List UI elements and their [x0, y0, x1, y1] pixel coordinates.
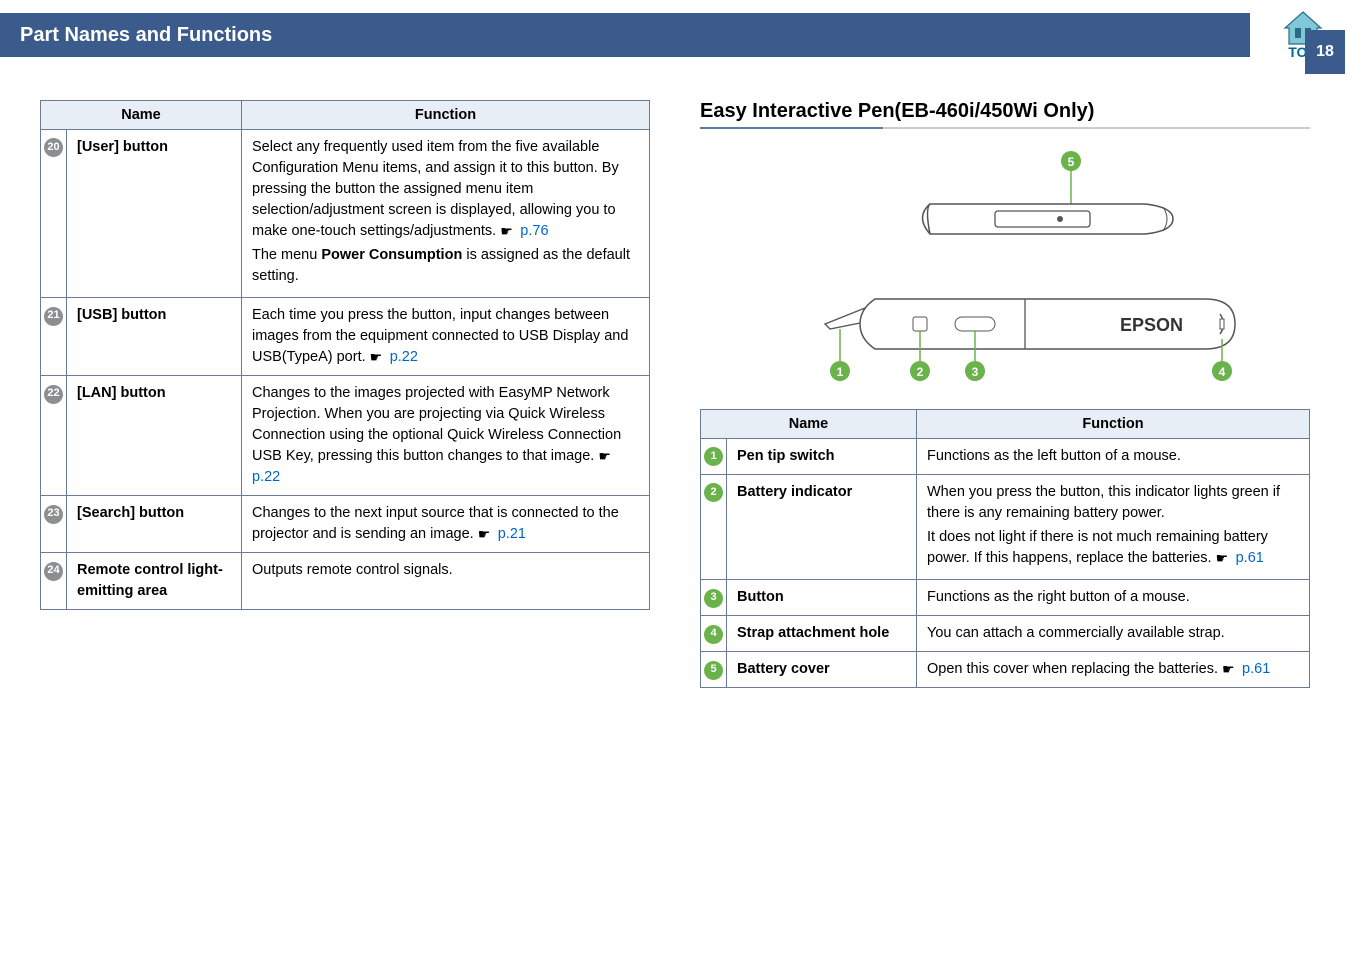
table-row: 22 [LAN] button Changes to the images pr…	[41, 376, 650, 496]
row-name: Strap attachment hole	[727, 616, 917, 652]
content-area: Name Function 20 [User] button Select an…	[0, 70, 1350, 718]
page-link[interactable]: p.76	[520, 223, 548, 239]
left-functions-table: Name Function 20 [User] button Select an…	[40, 100, 650, 610]
hand-pointer-icon	[370, 351, 386, 363]
row-number-icon: 5	[704, 661, 723, 680]
table-row: 2 Battery indicator When you press the b…	[701, 475, 1310, 580]
hand-pointer-icon	[1216, 552, 1232, 564]
svg-text:4: 4	[1219, 365, 1226, 379]
right-header-function: Function	[917, 410, 1310, 439]
func-text: You can attach a commercially available …	[927, 625, 1225, 641]
func-text: Changes to the next input source that is…	[252, 505, 619, 542]
right-column: Easy Interactive Pen(EB-460i/450Wi Only)…	[700, 100, 1310, 688]
row-number-icon: 2	[704, 483, 723, 502]
func-text: The menu	[252, 247, 321, 263]
row-name: [Search] button	[67, 496, 242, 553]
hand-pointer-icon	[500, 225, 516, 237]
table-row: 5 Battery cover Open this cover when rep…	[701, 652, 1310, 688]
page-link[interactable]: p.21	[498, 526, 526, 542]
row-name: [LAN] button	[67, 376, 242, 496]
row-name: [USB] button	[67, 298, 242, 376]
left-column: Name Function 20 [User] button Select an…	[40, 100, 650, 688]
func-text: Open this cover when replacing the batte…	[927, 661, 1222, 677]
table-row: 20 [User] button Select any frequently u…	[41, 130, 650, 298]
left-header-function: Function	[242, 101, 650, 130]
svg-text:1: 1	[837, 365, 844, 379]
row-function: Changes to the images projected with Eas…	[242, 376, 650, 496]
header-bar: Part Names and Functions TOP 18	[0, 0, 1350, 70]
page-number: 18	[1305, 30, 1345, 74]
row-number-icon: 21	[44, 307, 63, 326]
row-name: Battery cover	[727, 652, 917, 688]
func-text: Functions as the right button of a mouse…	[927, 589, 1190, 605]
func-text: Functions as the left button of a mouse.	[927, 448, 1181, 464]
page-link[interactable]: p.61	[1242, 661, 1270, 677]
left-header-name: Name	[41, 101, 242, 130]
pen-diagram: 5 EPSON	[700, 149, 1310, 384]
page-link[interactable]: p.61	[1236, 550, 1264, 566]
section-underline	[700, 127, 1310, 129]
row-name: Remote control light-emitting area	[67, 553, 242, 610]
table-row: 21 [USB] button Each time you press the …	[41, 298, 650, 376]
hand-pointer-icon	[478, 528, 494, 540]
hand-pointer-icon	[1222, 663, 1238, 675]
section-title: Easy Interactive Pen(EB-460i/450Wi Only)	[700, 100, 1310, 123]
row-name: Button	[727, 580, 917, 616]
row-number-icon: 22	[44, 385, 63, 404]
row-function: You can attach a commercially available …	[917, 616, 1310, 652]
right-header-name: Name	[701, 410, 917, 439]
row-function: Functions as the left button of a mouse.	[917, 439, 1310, 475]
row-function: Each time you press the button, input ch…	[242, 298, 650, 376]
hand-pointer-icon	[598, 450, 614, 462]
row-name: Pen tip switch	[727, 439, 917, 475]
right-functions-table: Name Function 1 Pen tip switch Functions…	[700, 409, 1310, 688]
func-text: Each time you press the button, input ch…	[252, 307, 628, 365]
page-title: Part Names and Functions	[0, 13, 1250, 57]
row-function: Select any frequently used item from the…	[242, 130, 650, 298]
row-function: Outputs remote control signals.	[242, 553, 650, 610]
row-number-icon: 23	[44, 505, 63, 524]
epson-logo: EPSON	[1120, 315, 1183, 335]
table-row: 23 [Search] button Changes to the next i…	[41, 496, 650, 553]
row-name: Battery indicator	[727, 475, 917, 580]
table-row: 24 Remote control light-emitting area Ou…	[41, 553, 650, 610]
row-number-icon: 4	[704, 625, 723, 644]
row-function: Open this cover when replacing the batte…	[917, 652, 1310, 688]
row-name: [User] button	[67, 130, 242, 298]
svg-text:3: 3	[972, 365, 979, 379]
row-number-icon: 1	[704, 447, 723, 466]
table-row: 1 Pen tip switch Functions as the left b…	[701, 439, 1310, 475]
row-function: Changes to the next input source that is…	[242, 496, 650, 553]
page-link[interactable]: p.22	[390, 349, 418, 365]
svg-text:2: 2	[917, 365, 924, 379]
row-function: Functions as the right button of a mouse…	[917, 580, 1310, 616]
func-bold: Power Consumption	[321, 247, 462, 263]
row-number-icon: 20	[44, 138, 63, 157]
svg-text:5: 5	[1068, 155, 1075, 169]
func-text: Select any frequently used item from the…	[252, 139, 619, 239]
row-number-icon: 3	[704, 589, 723, 608]
table-row: 4 Strap attachment hole You can attach a…	[701, 616, 1310, 652]
row-number-icon: 24	[44, 562, 63, 581]
func-text: Changes to the images projected with Eas…	[252, 385, 621, 464]
row-function: When you press the button, this indicato…	[917, 475, 1310, 580]
func-text: Outputs remote control signals.	[252, 562, 453, 578]
func-text: When you press the button, this indicato…	[927, 482, 1299, 524]
table-row: 3 Button Functions as the right button o…	[701, 580, 1310, 616]
page-link[interactable]: p.22	[252, 469, 280, 485]
